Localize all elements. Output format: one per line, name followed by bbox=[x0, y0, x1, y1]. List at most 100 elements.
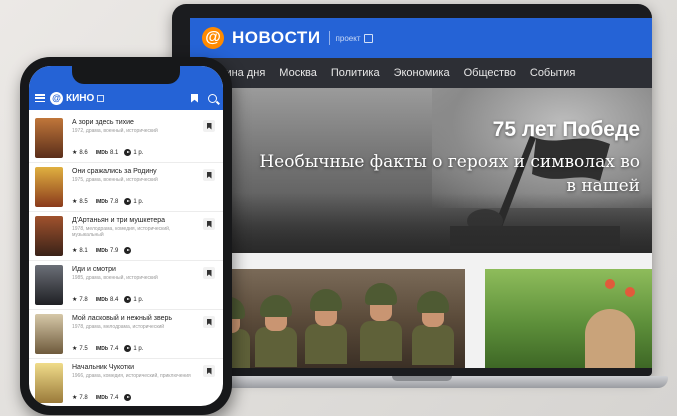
movie-title[interactable]: Иди и смотри bbox=[72, 266, 116, 273]
bookmark-icon[interactable] bbox=[203, 169, 215, 181]
hero-subtitle[interactable]: Необычные факты о героях и символах во в… bbox=[259, 150, 640, 198]
star-icon: ★ bbox=[72, 297, 78, 303]
imdb-value: 7.9 bbox=[109, 247, 119, 254]
imdb-value: 8.4 bbox=[109, 296, 119, 303]
list-item[interactable]: Д'Артаньян и три мушкетера 1978, мелодра… bbox=[29, 212, 223, 261]
bookmark-icon[interactable] bbox=[191, 93, 198, 103]
rating-value: 8.1 bbox=[79, 247, 88, 254]
news-screen: @ НОВОСТИ проект Картина дня Москва Поли… bbox=[190, 18, 652, 368]
laptop: @ НОВОСТИ проект Картина дня Москва Поли… bbox=[158, 4, 668, 399]
news-cards bbox=[190, 269, 652, 368]
mail-at-logo-icon[interactable]: @ bbox=[202, 27, 224, 49]
imdb-value: 7.4 bbox=[109, 345, 119, 352]
bookmark-icon[interactable] bbox=[203, 267, 215, 279]
news-card-nature[interactable] bbox=[485, 269, 652, 368]
project-label[interactable]: проект bbox=[336, 34, 361, 43]
movie-poster[interactable] bbox=[35, 363, 63, 403]
imdb-label: IMDb bbox=[95, 198, 108, 205]
play-icon[interactable] bbox=[124, 394, 132, 401]
star-icon: ★ bbox=[72, 199, 78, 205]
movie-title[interactable]: Д'Артаньян и три мушкетера bbox=[72, 217, 165, 224]
imdb-label: IMDb bbox=[95, 149, 108, 156]
imdb-value: 7.4 bbox=[109, 394, 119, 401]
play-icon[interactable] bbox=[124, 345, 132, 352]
news-card-parade[interactable] bbox=[200, 269, 465, 368]
watch-label: 1 р. bbox=[133, 345, 144, 352]
imdb-value: 8.1 bbox=[109, 149, 119, 156]
bookmark-icon[interactable] bbox=[203, 365, 215, 377]
phone: @ КИНО А зори здесь тихие 1972, драма, в… bbox=[20, 57, 232, 415]
movie-meta: 1978, мелодрама, комедия, исторический, … bbox=[72, 226, 171, 238]
rating-value: 7.5 bbox=[79, 345, 88, 352]
header-divider bbox=[328, 31, 330, 45]
movie-poster[interactable] bbox=[35, 265, 63, 305]
bookmark-icon[interactable] bbox=[203, 120, 215, 132]
rating-value: 7.8 bbox=[79, 394, 88, 401]
star-icon: ★ bbox=[72, 248, 78, 254]
list-item[interactable]: Начальник Чукотки 1966, драма, комедия, … bbox=[29, 359, 223, 406]
nav-item-sobytiya[interactable]: События bbox=[530, 67, 575, 79]
play-icon[interactable] bbox=[124, 198, 132, 205]
news-header: @ НОВОСТИ проект bbox=[190, 18, 652, 58]
play-icon[interactable] bbox=[124, 149, 132, 156]
movie-meta: 1978, драма, мелодрама, исторический bbox=[72, 324, 165, 330]
hero-banner[interactable]: 75 лет Победе Необычные факты о героях и… bbox=[190, 88, 652, 253]
movie-poster[interactable] bbox=[35, 216, 63, 256]
list-item[interactable]: Мой ласковый и нежный зверь 1978, драма,… bbox=[29, 310, 223, 359]
movie-title[interactable]: А зори здесь тихие bbox=[72, 119, 134, 126]
mail-at-logo-icon[interactable]: @ bbox=[50, 91, 63, 105]
kino-screen: @ КИНО А зори здесь тихие 1972, драма, в… bbox=[29, 66, 223, 406]
movie-list: А зори здесь тихие 1972, драма, военный,… bbox=[29, 114, 223, 406]
hero-title[interactable]: 75 лет Победе bbox=[493, 118, 640, 142]
play-icon[interactable] bbox=[124, 296, 132, 303]
imdb-label: IMDb bbox=[95, 345, 108, 352]
nav-item-moskva[interactable]: Москва bbox=[279, 67, 317, 79]
nav-item-politika[interactable]: Политика bbox=[331, 67, 380, 79]
play-icon[interactable] bbox=[124, 247, 132, 254]
laptop-notch bbox=[392, 376, 452, 381]
movie-meta: 1966, драма, комедия, исторический, прик… bbox=[72, 373, 191, 379]
movie-poster[interactable] bbox=[35, 314, 63, 354]
movie-title[interactable]: Они сражались за Родину bbox=[72, 168, 157, 175]
bookmark-icon[interactable] bbox=[203, 316, 215, 328]
movie-ratings: ★ 8.6 IMDb 8.1 1 р. bbox=[72, 149, 143, 156]
watch-label: 1 р. bbox=[133, 198, 144, 205]
project-icon bbox=[364, 33, 374, 43]
movie-poster[interactable] bbox=[35, 118, 63, 158]
imdb-value: 7.8 bbox=[109, 198, 119, 205]
movie-title[interactable]: Начальник Чукотки bbox=[72, 364, 134, 371]
list-item[interactable]: А зори здесь тихие 1972, драма, военный,… bbox=[29, 114, 223, 163]
hero-subtitle-line1: Необычные факты о героях и символах во bbox=[259, 152, 640, 172]
list-item[interactable]: Они сражались за Родину 1975, драма, вое… bbox=[29, 163, 223, 212]
rating-value: 7.8 bbox=[79, 296, 88, 303]
imdb-label: IMDb bbox=[95, 394, 108, 401]
search-icon[interactable] bbox=[208, 93, 217, 103]
movie-ratings: ★ 7.8 IMDb 7.4 bbox=[72, 394, 133, 401]
star-icon: ★ bbox=[72, 395, 78, 401]
movie-meta: 1985, драма, военный, исторический bbox=[72, 275, 158, 281]
project-icon bbox=[97, 94, 105, 102]
movie-ratings: ★ 8.1 IMDb 7.9 bbox=[72, 247, 133, 254]
news-title[interactable]: НОВОСТИ bbox=[232, 28, 321, 48]
kino-header-actions bbox=[191, 93, 217, 103]
list-item[interactable]: Иди и смотри 1985, драма, военный, истор… bbox=[29, 261, 223, 310]
bookmark-icon[interactable] bbox=[203, 218, 215, 230]
movie-meta: 1972, драма, военный, исторический bbox=[72, 128, 158, 134]
movie-ratings: ★ 7.5 IMDb 7.4 1 р. bbox=[72, 345, 143, 352]
rating-value: 8.5 bbox=[79, 198, 88, 205]
imdb-label: IMDb bbox=[95, 247, 108, 254]
hero-ground bbox=[190, 193, 652, 253]
news-nav: Картина дня Москва Политика Экономика Об… bbox=[190, 58, 652, 88]
nav-item-ekonomika[interactable]: Экономика bbox=[394, 67, 450, 79]
watch-label: 1 р. bbox=[133, 149, 144, 156]
movie-title[interactable]: Мой ласковый и нежный зверь bbox=[72, 315, 172, 322]
menu-icon[interactable] bbox=[35, 94, 45, 102]
nav-item-obshchestvo[interactable]: Общество bbox=[464, 67, 516, 79]
imdb-label: IMDb bbox=[95, 296, 108, 303]
star-icon: ★ bbox=[72, 150, 78, 156]
movie-ratings: ★ 7.8 IMDb 8.4 1 р. bbox=[72, 296, 143, 303]
phone-notch bbox=[72, 66, 180, 84]
kino-title[interactable]: КИНО bbox=[66, 93, 94, 104]
rating-value: 8.6 bbox=[79, 149, 88, 156]
movie-poster[interactable] bbox=[35, 167, 63, 207]
